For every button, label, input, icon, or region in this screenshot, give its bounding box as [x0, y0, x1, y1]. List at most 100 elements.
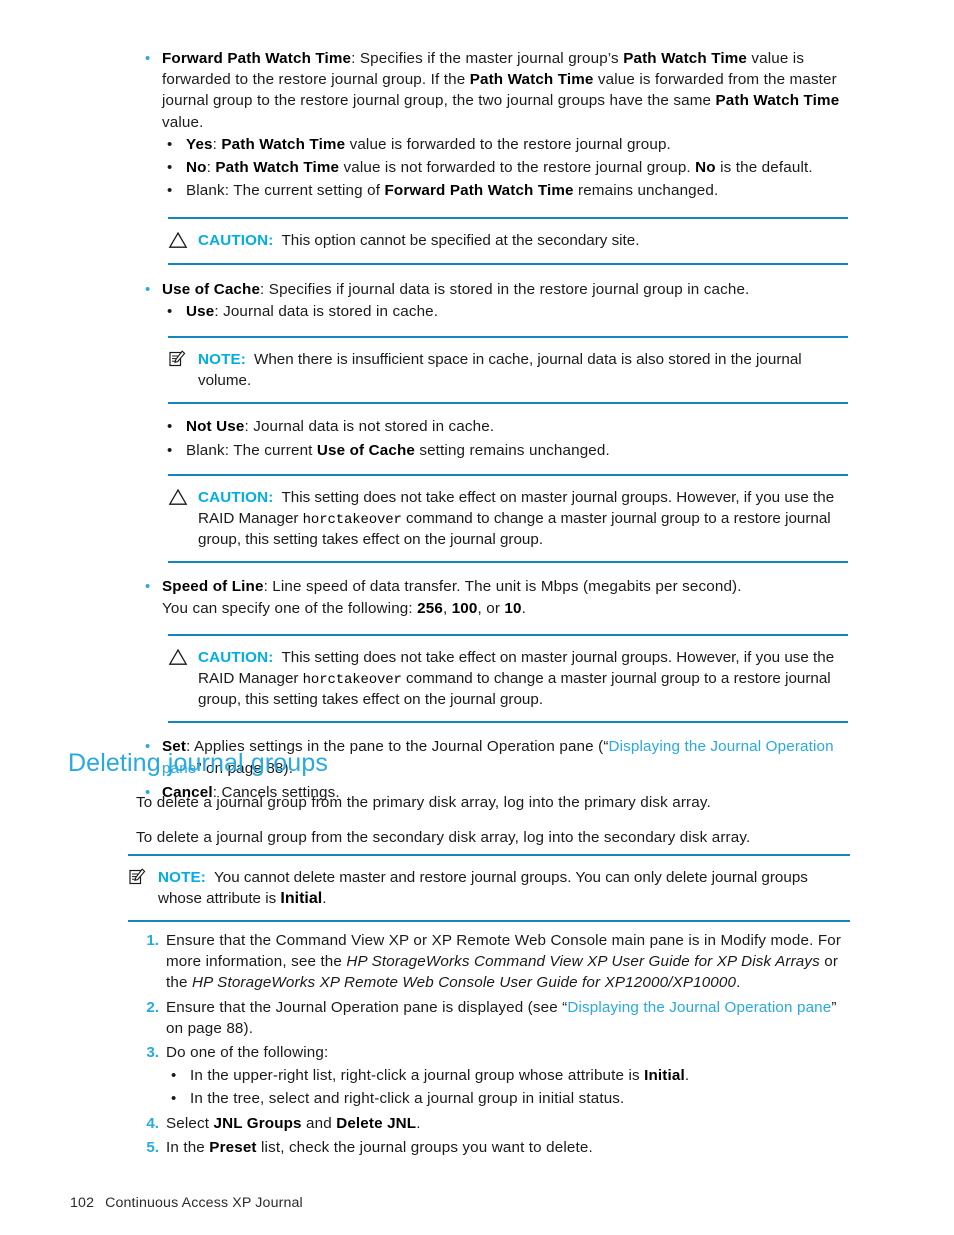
document-page: • Forward Path Watch Time: Specifies if …	[0, 0, 954, 1235]
term-no-default: No	[695, 159, 716, 177]
text-a: : Specifies if the master journal group’…	[351, 50, 624, 67]
bullet-marker: •	[167, 159, 173, 177]
post: .	[684, 1067, 690, 1085]
note-2-inner: NOTE: You cannot delete master and restor…	[128, 867, 850, 909]
sep: : The current setting of	[224, 182, 385, 200]
term-yes: Yes	[186, 135, 213, 153]
note-2-body-b: .	[322, 890, 327, 908]
sep-1: ,	[442, 599, 452, 617]
term-path-watch-time: Path Watch Time	[215, 159, 340, 177]
step-3: 3. Do one of the following: • In the upp…	[136, 1042, 851, 1110]
term-path-watch-time-2: Path Watch Time	[469, 71, 594, 89]
term-preset: Preset	[209, 1138, 257, 1156]
step-3-number: 3.	[146, 1044, 159, 1062]
use-of-cache-paragraph: Use of Cache: Specifies if journal data …	[162, 279, 848, 300]
blank-paragraph: Blank: The current setting of Forward Pa…	[186, 180, 848, 201]
content-column-top: • Forward Path Watch Time: Specifies if …	[136, 48, 848, 806]
bullet-marker: •	[145, 280, 151, 298]
text-c: .	[736, 974, 741, 992]
speed-values-pre: You can specify one of the following:	[162, 599, 418, 617]
step-5: 5. In the Preset list, check the journal…	[136, 1137, 851, 1158]
blank-cache-paragraph: Blank: The current Use of Cache setting …	[186, 440, 848, 461]
menu-jnl-groups: JNL Groups	[213, 1114, 302, 1132]
step-2-text: Ensure that the Journal Operation pane i…	[166, 997, 851, 1039]
warning-triangle-icon	[168, 231, 190, 251]
bullet-marker: •	[167, 135, 173, 153]
paragraph-primary-array: To delete a journal group from the prima…	[136, 794, 711, 811]
guide-title-remote-web-console: HP StorageWorks XP Remote Web Console Us…	[191, 974, 737, 992]
term-path-watch-time: Path Watch Time	[221, 135, 346, 153]
step-3-sub-2: • In the tree, select and right-click a …	[166, 1088, 851, 1109]
section-deleting-journal-groups: Deleting journal groups To delete a jour…	[68, 748, 858, 848]
list-item-blank: • Blank: The current setting of Forward …	[162, 180, 848, 201]
text: value is forwarded to the restore journa…	[345, 135, 671, 153]
term-forward-path-watch-time: Forward Path Watch Time	[384, 182, 574, 200]
step-1-number: 1.	[146, 932, 159, 949]
term-use-of-cache: Use of Cache	[316, 441, 415, 459]
step-4: 4. Select JNL Groups and Delete JNL.	[136, 1113, 851, 1134]
caution-3-inner: CAUTION: This setting does not take effec…	[168, 647, 848, 711]
pre: Blank: The current	[186, 441, 317, 459]
use-paragraph: Use: Journal data is stored in cache.	[186, 301, 848, 322]
step-1: 1. Ensure that the Command View XP or XP…	[136, 930, 851, 994]
page-footer: 102 Continuous Access XP Journal	[70, 1195, 303, 1211]
term-use: Use	[186, 302, 215, 320]
link-displaying-journal-operation-pane[interactable]: Displaying the Journal Operation pane	[567, 999, 831, 1016]
text-end: is the default.	[715, 159, 813, 177]
step-3-sub-2-text: In the tree, select and right-click a jo…	[190, 1090, 625, 1108]
procedure-steps-list: 1. Ensure that the Command View XP or XP…	[136, 930, 851, 1158]
caution-box-2: CAUTION: This setting does not take effec…	[168, 473, 848, 564]
caution-3-label: CAUTION:	[198, 648, 274, 666]
yes-paragraph: Yes: Path Watch Time value is forwarded …	[186, 134, 848, 155]
speed-of-line-paragraph: Speed of Line: Line speed of data transf…	[162, 576, 848, 618]
forward-path-paragraph: Forward Path Watch Time: Specifies if th…	[162, 48, 848, 133]
step-3-sub-1-text: In the upper-right list, right-click a j…	[190, 1065, 851, 1086]
term-use-of-cache: Use of Cache	[162, 280, 261, 298]
list-item-forward-path-watch-time: • Forward Path Watch Time: Specifies if …	[136, 48, 848, 201]
speed-value-100: 100	[451, 599, 478, 617]
end: .	[521, 599, 526, 617]
caution-1-inner: CAUTION: This option cannot be specified …	[168, 230, 848, 251]
text: : Journal data is not stored in cache.	[244, 418, 495, 436]
list-item-no: • No: Path Watch Time value is not forwa…	[162, 157, 848, 178]
term-blank: Blank	[186, 182, 225, 200]
term-speed-of-line: Speed of Line	[162, 578, 264, 596]
step-3-text: Do one of the following:	[166, 1044, 329, 1062]
term-initial: Initial	[644, 1067, 685, 1085]
caution-box-1: CAUTION: This option cannot be specified …	[168, 217, 848, 265]
text-b: and	[301, 1114, 337, 1132]
list-item-use-of-cache: • Use of Cache: Specifies if journal dat…	[136, 279, 848, 322]
text-a: In the	[166, 1138, 210, 1156]
options-bullet-list: • Forward Path Watch Time: Specifies if …	[136, 48, 848, 201]
use-of-cache-list: • Use of Cache: Specifies if journal dat…	[136, 279, 848, 322]
no-paragraph: No: Path Watch Time value is not forward…	[186, 157, 848, 178]
list-item-blank-cache: • Blank: The current Use of Cache settin…	[162, 440, 848, 461]
speed-value-256: 256	[417, 599, 443, 617]
section-body: To delete a journal group from the prima…	[136, 792, 856, 848]
speed-value-10: 10	[504, 599, 522, 617]
warning-triangle-icon	[168, 488, 190, 508]
post: setting remains unchanged.	[414, 441, 610, 459]
text: remains unchanged.	[573, 182, 719, 200]
bullet-marker: •	[167, 302, 173, 320]
term-path-watch-time-3: Path Watch Time	[715, 92, 840, 110]
note-1-body: When there is insufficient space in cach…	[198, 351, 802, 390]
step-5-number: 5.	[146, 1138, 159, 1156]
not-use-paragraph: Not Use: Journal data is not stored in c…	[186, 416, 848, 437]
step-2-number: 2.	[146, 998, 159, 1016]
warning-triangle-icon	[168, 648, 190, 668]
bullet-marker: •	[167, 418, 173, 436]
bullet-marker: •	[167, 182, 173, 200]
notepad-icon	[128, 868, 150, 888]
speed-of-line-list: • Speed of Line: Line speed of data tran…	[136, 576, 848, 618]
page-heading: Deleting journal groups	[68, 749, 328, 777]
text: value is not forwarded to the restore jo…	[339, 159, 696, 177]
sep: :	[206, 159, 216, 177]
note-2-body-a: You cannot delete master and restore jou…	[158, 869, 808, 908]
list-item-use: • Use: Journal data is stored in cache.	[162, 301, 848, 322]
note-2-label: NOTE:	[158, 869, 207, 886]
text: : Journal data is stored in cache.	[214, 302, 439, 320]
text: : Specifies if journal data is stored in…	[260, 280, 750, 298]
step-5-text: In the Preset list, check the journal gr…	[166, 1137, 851, 1158]
step-1-text: Ensure that the Command View XP or XP Re…	[166, 930, 851, 994]
